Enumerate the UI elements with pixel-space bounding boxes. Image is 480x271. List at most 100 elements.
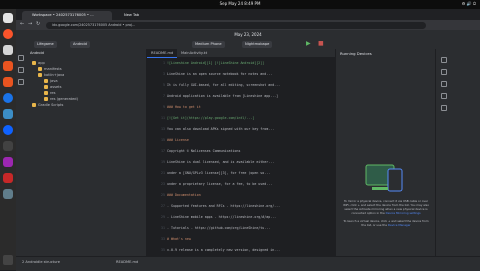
line-number: 21 — [161, 171, 165, 175]
code-editor[interactable]: README.md MainActivity.kt 1 ![Lineshine A… — [147, 49, 335, 256]
running-devices-title: Running Devices — [340, 51, 372, 56]
code-line[interactable]: 5 It is fully GUI-based, for all editing,… — [163, 83, 280, 87]
code-text: ### How to get it — [167, 105, 201, 109]
line-number: 1 — [163, 61, 165, 65]
text-editor-icon[interactable] — [3, 45, 13, 55]
code-text: ### Documentation — [167, 193, 201, 197]
code-line[interactable]: 23 under a proprietary license, for a fe… — [161, 182, 273, 186]
editor-tab-mainactivity[interactable]: MainActivity.kt — [177, 49, 211, 57]
code-line[interactable]: 7 Android application is available from [… — [163, 94, 278, 98]
terminal-icon[interactable] — [3, 141, 13, 151]
code-line[interactable]: 31- Tutorials - https://github.com/org/L… — [161, 226, 270, 230]
structure-tool-icon[interactable] — [18, 79, 24, 85]
device-manager-link[interactable]: Device Manager — [388, 223, 411, 227]
app-center-icon[interactable] — [3, 61, 13, 71]
android-studio-icon[interactable] — [3, 109, 13, 119]
reload-icon[interactable]: ↻ — [36, 21, 40, 27]
show-apps-icon[interactable] — [3, 255, 13, 265]
system-tray[interactable]: ⚙ 🔊 ⏻ — [462, 1, 476, 6]
chrome-icon[interactable] — [3, 93, 13, 103]
code-text: - LineShine mobile apps - https://linesh… — [167, 215, 277, 219]
editor-tab-readme[interactable]: README.md — [147, 49, 178, 58]
stop-icon[interactable]: ■ — [318, 40, 324, 47]
system-top-bar: Sep May 24 8:49 PM ⚙ 🔊 ⏻ — [0, 0, 480, 9]
run-config-selector[interactable]: Nightmobape — [242, 40, 273, 48]
project-selector[interactable]: Lifegame — [34, 40, 57, 48]
browser-tab-active[interactable]: Workspace • 2402573176005 • ... — [22, 11, 112, 20]
code-line[interactable]: 21 under a [GNU/GPLv3 license][3], for f… — [161, 171, 271, 175]
commit-tool-icon[interactable] — [18, 67, 24, 73]
running-devices-icon[interactable] — [441, 93, 447, 99]
device-mirroring-link[interactable]: Device Mirroring settings — [386, 211, 421, 215]
code-line[interactable]: 1 ![Lineshine Android][1] [![LineShine An… — [163, 61, 264, 65]
folder-icon — [44, 79, 48, 83]
help-icon[interactable] — [3, 77, 13, 87]
code-line[interactable]: 9 ### How to get it — [163, 105, 201, 109]
line-number: 25 — [161, 193, 165, 197]
code-line[interactable]: 35 v.0.9 release is a completely new vers… — [161, 248, 281, 252]
trash-icon[interactable] — [3, 189, 13, 199]
browser-tab-newtab[interactable]: New Tab — [114, 11, 154, 20]
code-text: under a [GNU/GPLv3 license][3], for free… — [167, 171, 271, 175]
date-banner: May 23, 2024 — [234, 32, 262, 37]
emulator-icon[interactable] — [441, 105, 447, 111]
mirror-instructions: To mirror a physical device, connect it … — [342, 199, 430, 215]
app-icon[interactable] — [3, 157, 13, 167]
notifications-icon[interactable] — [441, 57, 447, 63]
virtual-device-instructions: To launch a virtual device, click + and … — [342, 219, 430, 227]
tree-item[interactable]: res — [44, 91, 55, 95]
line-number: 15 — [161, 138, 165, 142]
editor-tabs: README.md MainActivity.kt — [147, 49, 335, 58]
line-number: 11 — [161, 116, 165, 120]
tree-item[interactable]: kotlin+java — [38, 73, 64, 77]
code-line[interactable]: 33 # What's new — [161, 237, 191, 241]
tree-item[interactable]: Gradle Scripts — [32, 103, 63, 107]
tree-item[interactable]: res (generated) — [44, 97, 78, 101]
code-line[interactable]: 25 ### Documentation — [161, 193, 201, 197]
code-line[interactable]: 29- LineShine mobile apps - https://line… — [161, 215, 277, 219]
app-icon-2[interactable] — [3, 173, 13, 183]
virtual-message: To launch a virtual device, click + and … — [343, 219, 429, 227]
code-line[interactable]: 3 LineShine is an open source notebook fo… — [163, 72, 273, 76]
folder-icon — [44, 97, 48, 101]
tree-item-label: res (generated) — [50, 97, 78, 101]
status-left[interactable]: 2 Androidle structure — [22, 260, 60, 264]
browser-toolbar: ← → ↻ idx.google.com/2402573176005 Andro… — [16, 20, 480, 30]
branch-selector[interactable]: Android — [70, 40, 90, 48]
files-icon[interactable] — [3, 13, 13, 23]
tree-item[interactable]: manifests — [38, 67, 62, 71]
tree-item[interactable]: java — [44, 79, 58, 83]
left-tool-strip — [16, 49, 26, 256]
back-icon[interactable]: ← — [20, 21, 24, 27]
code-text: [![Get it](https://play.google.com/intl/… — [167, 116, 255, 120]
tree-item[interactable]: assets — [44, 85, 61, 89]
run-icon[interactable]: ▶ — [306, 40, 311, 47]
code-line[interactable]: 27- Supported features and RFCs - https:… — [161, 204, 280, 208]
code-line[interactable]: 15 ### License — [161, 138, 189, 142]
code-line[interactable]: 17 Copyright © Nolicenses Communications — [161, 149, 240, 153]
code-line[interactable]: 11 [![Get it](https://play.google.com/int… — [161, 116, 255, 120]
forward-icon[interactable]: → — [28, 21, 32, 27]
brave-icon[interactable] — [3, 29, 13, 39]
code-text: LineShine is dual licensed, and is avail… — [167, 160, 275, 164]
project-tool-icon[interactable] — [18, 55, 24, 61]
system-clock[interactable]: Sep May 24 8:49 PM — [0, 1, 480, 6]
address-bar[interactable]: idx.google.com/2402573176005 Android • p… — [46, 21, 426, 29]
code-line[interactable]: 19 LineShine is dual licensed, and is ava… — [161, 160, 275, 164]
tree-item-label: kotlin+java — [44, 73, 65, 77]
device-selector[interactable]: Medium Phone — [192, 40, 225, 48]
tree-item-label: Gradle Scripts — [38, 103, 64, 107]
line-number: 31 — [161, 226, 165, 230]
code-text: v.0.9 release is a completely new versio… — [167, 248, 281, 252]
project-panel-title[interactable]: Android — [30, 51, 44, 55]
code-line[interactable]: 13 You can also download APKs signed with… — [161, 127, 274, 131]
zoom-icon[interactable] — [3, 125, 13, 135]
device-manager-icon[interactable] — [441, 81, 447, 87]
status-bar: 2 Androidle structure README.md — [16, 256, 480, 271]
tree-item[interactable]: app — [32, 61, 45, 65]
code-text: under a proprietary license, for a fee, … — [167, 182, 273, 186]
tree-item-label: java — [50, 79, 58, 83]
status-path[interactable]: README.md — [116, 260, 138, 264]
code-text: LineShine is an open source notebook for… — [167, 72, 273, 76]
gradle-icon[interactable] — [441, 69, 447, 75]
